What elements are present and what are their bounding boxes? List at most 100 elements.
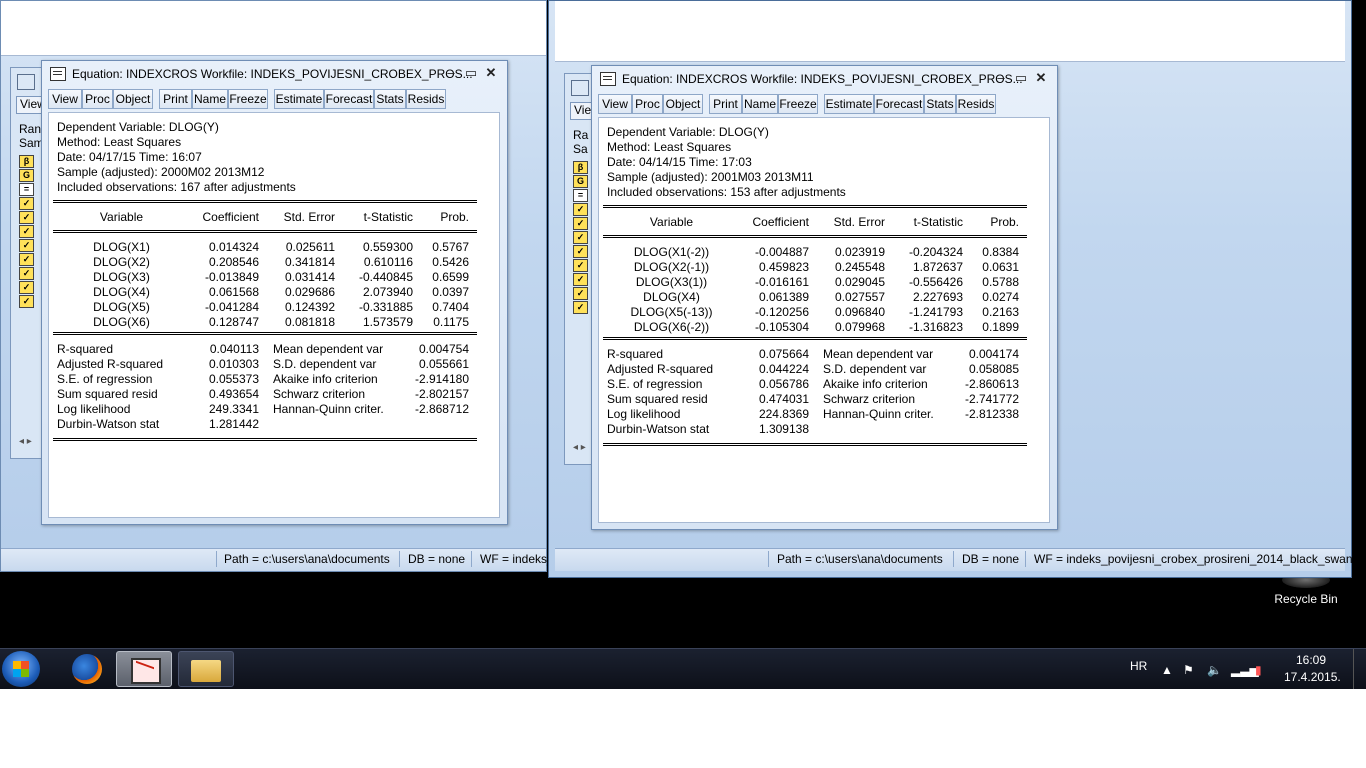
- series-icon[interactable]: ✓: [19, 239, 34, 252]
- column-header: Std. Error: [283, 210, 335, 224]
- coefficient-value-cell: -0.331885: [358, 300, 413, 314]
- series-icon[interactable]: ✓: [19, 253, 34, 266]
- scroll-arrows-icon[interactable]: ◂ ▸: [19, 436, 32, 447]
- coefficient-value-cell: 0.124392: [284, 300, 335, 314]
- print-button[interactable]: Print: [159, 89, 192, 109]
- view-button[interactable]: View: [598, 94, 632, 114]
- clock-time[interactable]: 16:09: [1296, 653, 1326, 667]
- date-line: Date: 04/14/15 Time: 17:03: [607, 155, 752, 169]
- estimate-button[interactable]: Estimate: [824, 94, 874, 114]
- close-icon[interactable]: ✕: [1032, 70, 1050, 86]
- variable-name-cell: DLOG(X1): [93, 240, 150, 254]
- command-area[interactable]: [1, 1, 546, 56]
- statistic-label: Durbin-Watson stat: [607, 422, 710, 436]
- equation-window-left[interactable]: Equation: INDEXCROS Workfile: INDEKS_POV…: [41, 60, 508, 525]
- series-icon[interactable]: ✓: [19, 197, 34, 210]
- coefficient-value-cell: 0.610116: [363, 255, 413, 269]
- freeze-button[interactable]: Freeze: [778, 94, 818, 114]
- command-area[interactable]: [555, 1, 1345, 62]
- scroll-arrows-icon[interactable]: ◂ ▸: [573, 442, 586, 453]
- series-icon[interactable]: ✓: [573, 273, 588, 286]
- maximize-icon[interactable]: ▭: [1012, 70, 1030, 86]
- coefficient-value-cell: 0.025611: [285, 240, 335, 254]
- object-button[interactable]: Object: [113, 89, 153, 109]
- statistic-value: -2.802157: [414, 387, 469, 401]
- coef-vector-icon[interactable]: β: [19, 155, 34, 168]
- show-desktop-button[interactable]: [1353, 649, 1364, 689]
- equation-window-icon[interactable]: [600, 72, 616, 86]
- clock-date[interactable]: 17.4.2015.: [1284, 670, 1341, 684]
- sample-line: Sample (adjusted): 2000M02 2013M12: [57, 165, 265, 179]
- statistic-value: 224.8369: [758, 407, 809, 421]
- statistic-label: Mean dependent var: [273, 342, 384, 356]
- equation-icon[interactable]: =: [19, 183, 34, 196]
- coefficient-value-cell: 0.128747: [208, 315, 259, 329]
- title-bar[interactable]: Equation: INDEXCROS Workfile: INDEKS_POV…: [592, 66, 1057, 92]
- show-hidden-icons-icon[interactable]: ▲: [1161, 663, 1173, 677]
- workfile-window[interactable]: Vie Ra Sa β G = ✓ ✓ ✓ ✓ ✓ ✓ ✓ ✓ ◂ ▸: [564, 73, 594, 465]
- variable-name-cell: DLOG(X6): [93, 315, 150, 329]
- maximize-icon[interactable]: ▭: [462, 65, 480, 81]
- proc-button[interactable]: Proc: [632, 94, 663, 114]
- battery-icon[interactable]: ▮: [1255, 663, 1262, 677]
- window-title: Equation: INDEXCROS Workfile: INDEKS_POV…: [72, 67, 473, 81]
- coefficient-value-cell: 0.079968: [834, 320, 885, 334]
- variable-name-cell: DLOG(X3): [93, 270, 150, 284]
- firefox-taskbar-button[interactable]: [60, 651, 116, 687]
- action-center-flag-icon[interactable]: ⚑: [1183, 663, 1194, 677]
- series-icon[interactable]: ✓: [573, 217, 588, 230]
- statistic-label: Log likelihood: [607, 407, 681, 421]
- status-db: DB = none: [962, 552, 1020, 566]
- language-indicator[interactable]: HR: [1130, 659, 1147, 673]
- equation-icon[interactable]: =: [573, 189, 588, 202]
- name-button[interactable]: Name: [742, 94, 778, 114]
- series-icon[interactable]: ✓: [573, 287, 588, 300]
- series-icon[interactable]: ✓: [573, 245, 588, 258]
- start-button[interactable]: [2, 651, 40, 687]
- object-button[interactable]: Object: [663, 94, 703, 114]
- series-icon[interactable]: ✓: [573, 301, 588, 314]
- print-button[interactable]: Print: [709, 94, 742, 114]
- series-icon[interactable]: ✓: [19, 267, 34, 280]
- recycle-bin-label[interactable]: Recycle Bin: [1262, 592, 1350, 606]
- estimate-button[interactable]: Estimate: [274, 89, 324, 109]
- title-bar[interactable]: Equation: INDEXCROS Workfile: INDEKS_POV…: [42, 61, 507, 87]
- column-header: Prob.: [990, 215, 1019, 229]
- forecast-button[interactable]: Forecast: [324, 89, 374, 109]
- series-icon[interactable]: ✓: [19, 211, 34, 224]
- forecast-button[interactable]: Forecast: [874, 94, 924, 114]
- statistic-value: 0.056786: [758, 377, 809, 391]
- freeze-button[interactable]: Freeze: [228, 89, 268, 109]
- coefficient-value-cell: -1.241793: [908, 305, 963, 319]
- coefficient-value-cell: 0.096840: [834, 305, 885, 319]
- minimize-icon[interactable]: –: [442, 65, 460, 81]
- series-icon[interactable]: ✓: [573, 259, 588, 272]
- explorer-taskbar-button[interactable]: [178, 651, 234, 687]
- coefficient-value-cell: -0.041284: [204, 300, 259, 314]
- coefficient-value-cell: 0.459823: [758, 260, 809, 274]
- statistic-label: R-squared: [607, 347, 664, 361]
- resids-button[interactable]: Resids: [956, 94, 996, 114]
- stats-button[interactable]: Stats: [374, 89, 406, 109]
- name-button[interactable]: Name: [192, 89, 228, 109]
- workfile-range-label: Ran: [19, 122, 42, 136]
- series-icon[interactable]: ✓: [573, 203, 588, 216]
- group-icon[interactable]: G: [573, 175, 588, 188]
- series-icon[interactable]: ✓: [573, 231, 588, 244]
- stats-button[interactable]: Stats: [924, 94, 956, 114]
- coef-vector-icon[interactable]: β: [573, 161, 588, 174]
- series-icon[interactable]: ✓: [19, 295, 34, 308]
- series-icon[interactable]: ✓: [19, 281, 34, 294]
- group-icon[interactable]: G: [19, 169, 34, 182]
- minimize-icon[interactable]: –: [992, 70, 1010, 86]
- close-icon[interactable]: ✕: [482, 65, 500, 81]
- eviews-taskbar-button[interactable]: [116, 651, 172, 687]
- equation-window-icon[interactable]: [50, 67, 66, 81]
- equation-window-right[interactable]: Equation: INDEXCROS Workfile: INDEKS_POV…: [591, 65, 1058, 530]
- view-button[interactable]: View: [48, 89, 82, 109]
- resids-button[interactable]: Resids: [406, 89, 446, 109]
- volume-icon[interactable]: 🔈: [1207, 663, 1222, 677]
- series-icon[interactable]: ✓: [19, 225, 34, 238]
- proc-button[interactable]: Proc: [82, 89, 113, 109]
- status-workfile: WF = indeks_povijesni_crobex_prosireni_2…: [1034, 552, 1353, 566]
